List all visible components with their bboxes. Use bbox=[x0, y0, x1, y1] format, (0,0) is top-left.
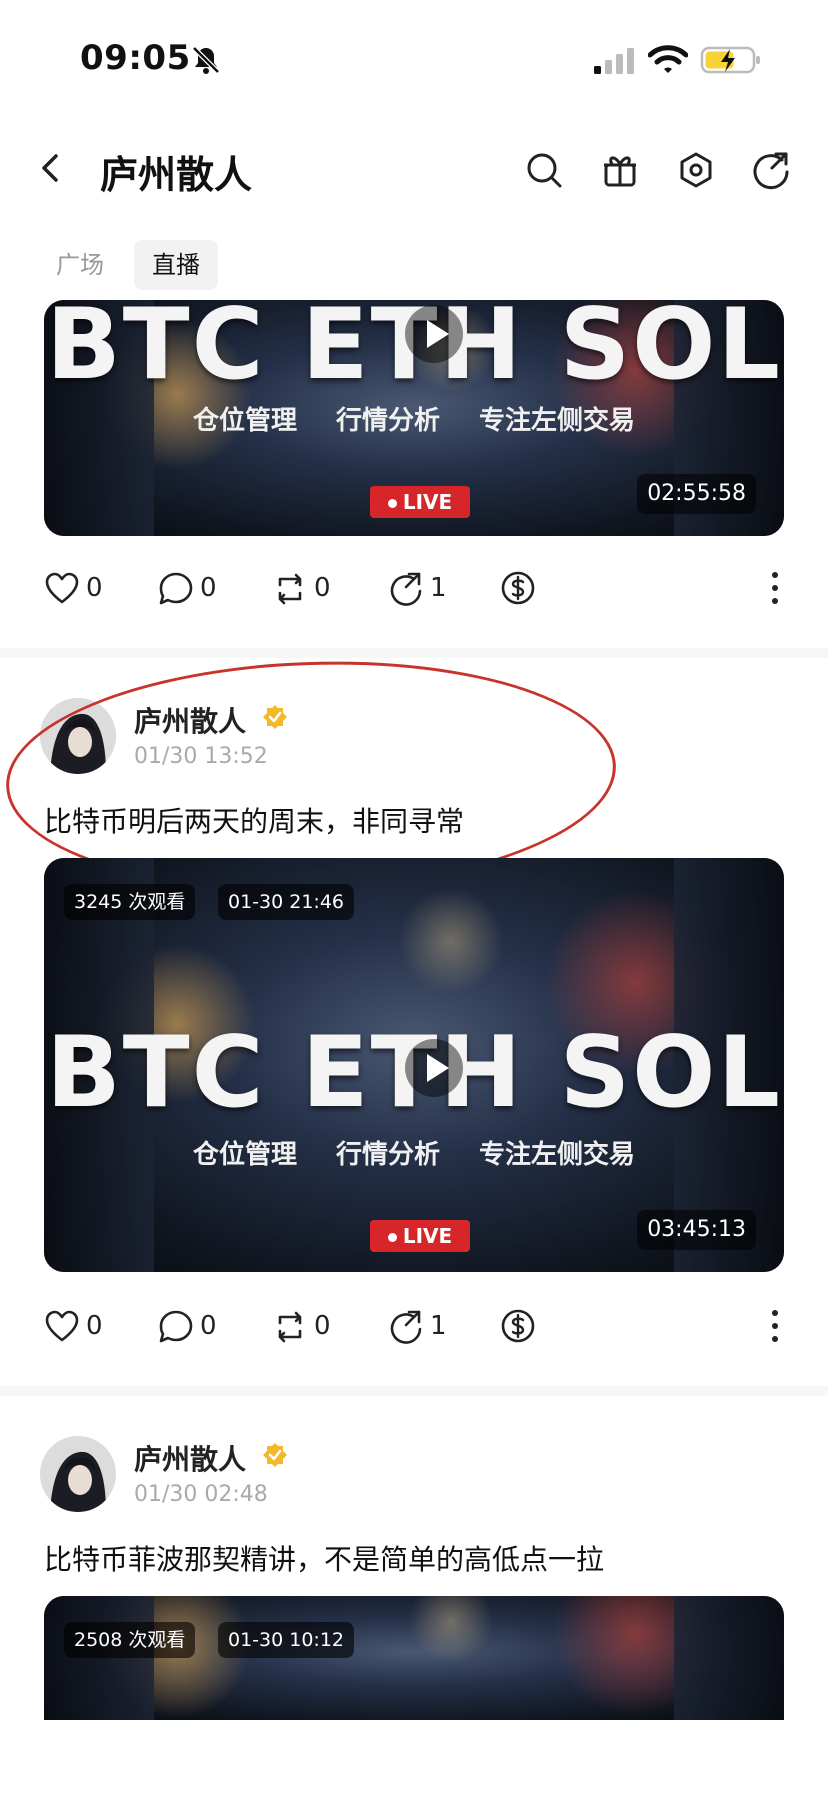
post-time: 01/30 02:48 bbox=[134, 1482, 268, 1507]
post-divider bbox=[0, 648, 828, 658]
gift-icon[interactable] bbox=[600, 150, 640, 190]
like-button[interactable]: 0 bbox=[44, 568, 103, 608]
video-thumbnail[interactable]: 3245 次观看 01-30 21:46 BTC ETH SOL 仓位管理 行情… bbox=[44, 858, 784, 1272]
video-date-chip: 01-30 21:46 bbox=[218, 884, 355, 920]
repost-count: 0 bbox=[314, 1311, 331, 1341]
heart-icon bbox=[45, 1310, 79, 1341]
comment-count: 0 bbox=[200, 573, 217, 603]
tip-coin-icon[interactable] bbox=[500, 1308, 536, 1344]
cellular-signal-icon bbox=[594, 48, 634, 74]
like-button[interactable]: 0 bbox=[44, 1306, 103, 1346]
share-count: 1 bbox=[430, 573, 447, 603]
repost-icon bbox=[278, 1311, 302, 1342]
page-title: 庐州散人 bbox=[100, 153, 253, 197]
repost-button[interactable]: 0 bbox=[272, 568, 331, 608]
live-badge: LIVE bbox=[370, 486, 470, 518]
wifi-icon bbox=[648, 45, 688, 73]
share-count: 1 bbox=[430, 1311, 447, 1341]
live-badge: LIVE bbox=[370, 1220, 470, 1252]
search-icon[interactable] bbox=[524, 150, 564, 190]
repost-icon bbox=[278, 573, 302, 604]
video-duration: 03:45:13 bbox=[637, 1210, 756, 1250]
verified-badge-icon bbox=[263, 1443, 287, 1467]
post-divider bbox=[0, 1386, 828, 1396]
battery-charging-icon bbox=[700, 46, 760, 74]
tab-plaza[interactable]: 广场 bbox=[38, 240, 122, 290]
heart-icon bbox=[45, 572, 79, 603]
comment-icon bbox=[159, 1310, 193, 1342]
share-arrow-icon bbox=[390, 572, 422, 606]
like-count: 0 bbox=[86, 1311, 103, 1341]
play-icon[interactable] bbox=[404, 304, 464, 364]
back-arrow-icon[interactable] bbox=[36, 148, 66, 188]
video-subtitles: 仓位管理 行情分析 专注左侧交易 bbox=[192, 1140, 636, 1170]
comment-button[interactable]: 0 bbox=[158, 568, 217, 608]
share-arrow-icon bbox=[390, 1310, 422, 1344]
post-text[interactable]: 比特币菲波那契精讲，不是简单的高低点一拉 bbox=[44, 1538, 604, 1578]
more-options-icon[interactable] bbox=[770, 571, 780, 605]
settings-hexagon-icon[interactable] bbox=[676, 150, 716, 190]
avatar-portrait-icon bbox=[40, 1436, 116, 1512]
tab-live[interactable]: 直播 bbox=[134, 240, 218, 290]
repost-button[interactable]: 0 bbox=[272, 1306, 331, 1346]
play-icon[interactable] bbox=[404, 1038, 464, 1098]
comment-button[interactable]: 0 bbox=[158, 1306, 217, 1346]
more-options-icon[interactable] bbox=[770, 1309, 780, 1343]
view-count-chip: 2508 次观看 bbox=[64, 1622, 196, 1658]
tip-coin-icon[interactable] bbox=[500, 570, 536, 606]
share-button[interactable]: 1 bbox=[388, 1306, 447, 1346]
share-icon[interactable] bbox=[752, 150, 792, 190]
like-count: 0 bbox=[86, 573, 103, 603]
repost-count: 0 bbox=[314, 573, 331, 603]
comment-count: 0 bbox=[200, 1311, 217, 1341]
bell-muted-icon bbox=[192, 46, 220, 74]
avatar[interactable] bbox=[40, 1436, 116, 1512]
comment-icon bbox=[159, 572, 193, 604]
view-count-chip: 3245 次观看 bbox=[64, 884, 196, 920]
video-subtitles: 仓位管理 行情分析 专注左侧交易 bbox=[192, 406, 636, 436]
video-duration: 02:55:58 bbox=[637, 474, 756, 514]
status-time: 09:05 bbox=[80, 38, 191, 78]
video-date-chip: 01-30 10:12 bbox=[218, 1622, 355, 1658]
author-name[interactable]: 庐州散人 bbox=[134, 1438, 246, 1478]
video-thumbnail[interactable]: BTC ETH SOL 仓位管理 行情分析 专注左侧交易 LIVE 02:55:… bbox=[44, 300, 784, 536]
video-thumbnail[interactable]: 2508 次观看 01-30 10:12 bbox=[44, 1596, 784, 1720]
share-button[interactable]: 1 bbox=[388, 568, 447, 608]
